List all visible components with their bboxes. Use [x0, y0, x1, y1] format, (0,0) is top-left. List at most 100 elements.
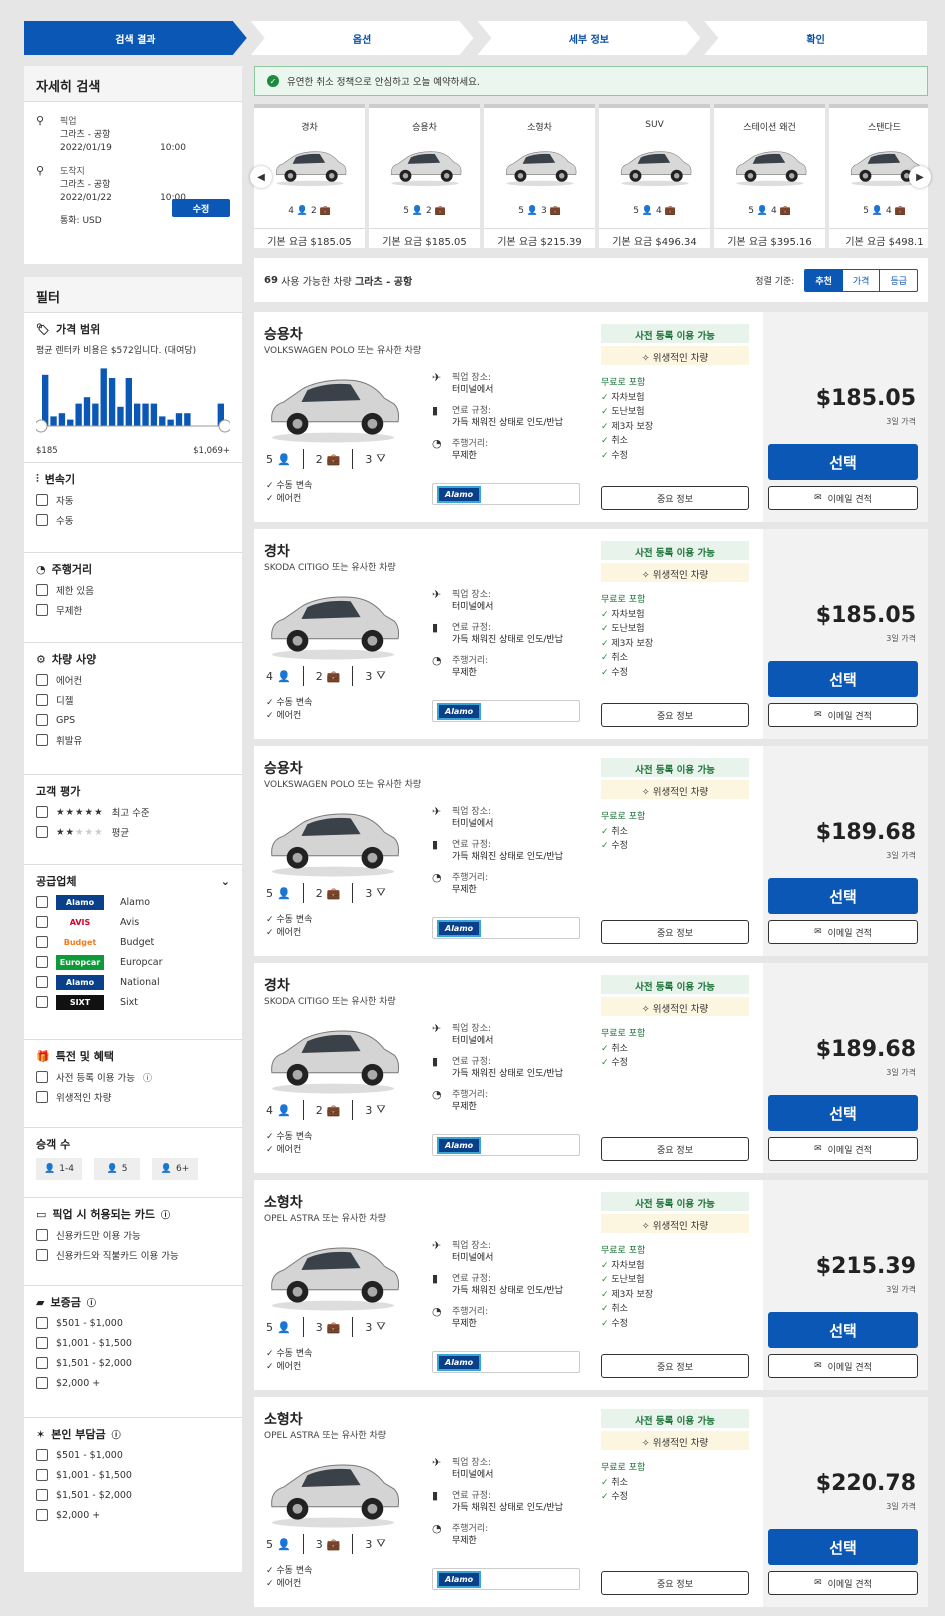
fuel-value: 가득 채워진 상태로 인도/반납: [452, 418, 563, 428]
step-details[interactable]: 세부 정보: [478, 21, 701, 55]
filter-ac[interactable]: 에어컨: [36, 673, 230, 687]
star-icons: ★★★★★: [56, 826, 104, 838]
email-quote-button[interactable]: ✉ 이메일 견적: [768, 1571, 918, 1595]
select-button[interactable]: 선택: [768, 1095, 918, 1131]
person-icon: 👤: [277, 886, 291, 900]
carousel-next-arrow[interactable]: ▶: [909, 166, 931, 188]
pax-6-button[interactable]: 👤 6+: [152, 1158, 198, 1180]
mileage-label: 주행거리:: [452, 656, 489, 666]
filter-supplier[interactable]: Budget Budget: [36, 934, 230, 950]
filter-limited[interactable]: 제한 있음: [36, 583, 230, 597]
vehicle-result-card: 승용차 VOLKSWAGEN POLO 또는 유사한 차량 5 👤 2 💼 3 ⛛ ✓…: [254, 312, 928, 522]
filter-title: 필터: [24, 277, 242, 313]
pickup-label: 픽업 장소:: [452, 807, 492, 817]
important-info-button[interactable]: 중요 정보: [601, 920, 749, 944]
filter-excess-2[interactable]: $1,001 - $1,500: [36, 1468, 230, 1482]
filter-manual[interactable]: 수동: [36, 513, 230, 527]
sort-class[interactable]: 등급: [879, 269, 917, 291]
filter-excess-1[interactable]: $501 - $1,000: [36, 1448, 230, 1462]
carousel-prev-arrow[interactable]: ◀: [250, 166, 272, 188]
filter-diesel[interactable]: 디젤: [36, 693, 230, 707]
included-item: ✓ 제3자 보장: [601, 1289, 654, 1300]
filter-hygiene[interactable]: 위생적인 차량: [36, 1090, 230, 1104]
total-price: $189.68: [815, 820, 916, 845]
filter-excess-3[interactable]: $1,501 - $2,000: [36, 1488, 230, 1502]
filter-prereg[interactable]: 사전 등록 이용 가능 ⓘ: [36, 1070, 230, 1084]
category-name: 스테이션 왜건: [743, 123, 796, 133]
filter-credit-debit[interactable]: 신용카드와 직불카드 이용 가능: [36, 1248, 230, 1262]
filter-excess-4[interactable]: $2,000 +: [36, 1508, 230, 1522]
seats-count: 5: [518, 206, 524, 216]
pax-1-4-button[interactable]: 👤 1-4: [36, 1158, 82, 1180]
filter-supplier[interactable]: AVIS Avis: [36, 914, 230, 930]
category-card[interactable]: 스테이션 왜건 5 👤 4 💼 기본 요금 $395.16: [714, 104, 825, 248]
email-quote-button[interactable]: ✉ 이메일 견적: [768, 486, 918, 510]
fuel-icon: ▮: [432, 1055, 439, 1068]
category-card[interactable]: 소형차 5 👤 3 💼 기본 요금 $215.39: [484, 104, 595, 248]
sort-recommended[interactable]: 추천: [805, 269, 842, 291]
filter-gps[interactable]: GPS: [36, 713, 230, 727]
sort-price[interactable]: 가격: [841, 269, 880, 291]
filter-deposit-2[interactable]: $1,001 - $1,500: [36, 1336, 230, 1350]
filter-unlimited[interactable]: 무제한: [36, 603, 230, 617]
info-icon[interactable]: ⓘ: [143, 1071, 152, 1084]
chevron-down-icon[interactable]: ⌄: [221, 875, 230, 888]
info-icon[interactable]: ⓘ: [161, 1208, 170, 1221]
pax-5-button[interactable]: 👤 5: [94, 1158, 140, 1180]
seats-count: 5: [403, 206, 409, 216]
select-button[interactable]: 선택: [768, 1529, 918, 1565]
step-options[interactable]: 옵션: [251, 21, 474, 55]
filter-supplier[interactable]: SIXT Sixt: [36, 994, 230, 1010]
filter-deposit-3[interactable]: $1,501 - $2,000: [36, 1356, 230, 1370]
filter-supplier[interactable]: Alamo National: [36, 974, 230, 990]
prereg-badge: 사전 등록 이용 가능: [601, 1192, 749, 1211]
step-confirm[interactable]: 확인: [704, 21, 927, 55]
select-button[interactable]: 선택: [768, 1312, 918, 1348]
included-title: 무료로 포함: [601, 1029, 646, 1039]
filter-deposit-1[interactable]: $501 - $1,000: [36, 1316, 230, 1330]
step-search-results[interactable]: 검색 결과: [24, 21, 247, 55]
select-button[interactable]: 선택: [768, 444, 918, 480]
bag-icon: 💼: [319, 206, 331, 216]
info-icon[interactable]: ⓘ: [87, 1296, 96, 1309]
category-card[interactable]: 승용차 5 👤 2 💼 기본 요금 $185.05: [369, 104, 480, 248]
included-item: ✓ 수정: [601, 450, 628, 461]
feature-ac: ✓ 에어컨: [266, 494, 302, 504]
filter-rating-avg[interactable]: ★★★★★ 평균: [36, 825, 230, 839]
filter-supplier[interactable]: Alamo Alamo: [36, 894, 230, 910]
price-histogram[interactable]: [34, 360, 232, 440]
included-item: ✓ 수정: [601, 1492, 628, 1502]
vehicle-model: SKODA CITIGO 또는 유사한 차량: [264, 563, 396, 573]
wallet-icon: ▰: [36, 1295, 45, 1309]
important-info-button[interactable]: 중요 정보: [601, 1354, 749, 1378]
select-button[interactable]: 선택: [768, 661, 918, 697]
feature-ac: ✓ 에어컨: [266, 711, 302, 721]
email-quote-button[interactable]: ✉ 이메일 견적: [768, 1137, 918, 1161]
filter-gasoline[interactable]: 휘발유: [36, 733, 230, 747]
filter-credit-only[interactable]: 신용카드만 이용 가능: [36, 1228, 230, 1242]
important-info-button[interactable]: 중요 정보: [601, 1137, 749, 1161]
filter-deposit-4[interactable]: $2,000 +: [36, 1376, 230, 1390]
filter-rating-top[interactable]: ★★★★★ 최고 수준: [36, 805, 230, 819]
pickup-value: 터미널에서: [452, 602, 494, 612]
car-image: [502, 142, 578, 190]
email-quote-button[interactable]: ✉ 이메일 견적: [768, 920, 918, 944]
hygiene-badge: ✧ 위생적인 차량: [601, 1431, 749, 1450]
email-quote-button[interactable]: ✉ 이메일 견적: [768, 1354, 918, 1378]
select-button[interactable]: 선택: [768, 878, 918, 914]
email-quote-button[interactable]: ✉ 이메일 견적: [768, 703, 918, 727]
important-info-button[interactable]: 중요 정보: [601, 703, 749, 727]
seats-count: 4: [266, 1103, 273, 1117]
filter-supplier[interactable]: Europcar Europcar: [36, 954, 230, 970]
mileage-title: 주행거리: [51, 563, 93, 576]
prereg-badge: 사전 등록 이용 가능: [601, 541, 749, 560]
important-info-button[interactable]: 중요 정보: [601, 486, 749, 510]
included-item: ✓ 도난보험: [601, 407, 645, 417]
category-card[interactable]: SUV 5 👤 4 💼 기본 요금 $496.34: [599, 104, 710, 248]
vehicle-class: 경차: [264, 978, 290, 994]
info-icon[interactable]: ⓘ: [112, 1428, 121, 1441]
edit-search-button[interactable]: 수정: [172, 199, 230, 217]
important-info-button[interactable]: 중요 정보: [601, 1571, 749, 1595]
filter-auto[interactable]: 자동: [36, 493, 230, 507]
price-max: $1,069+: [193, 446, 230, 456]
